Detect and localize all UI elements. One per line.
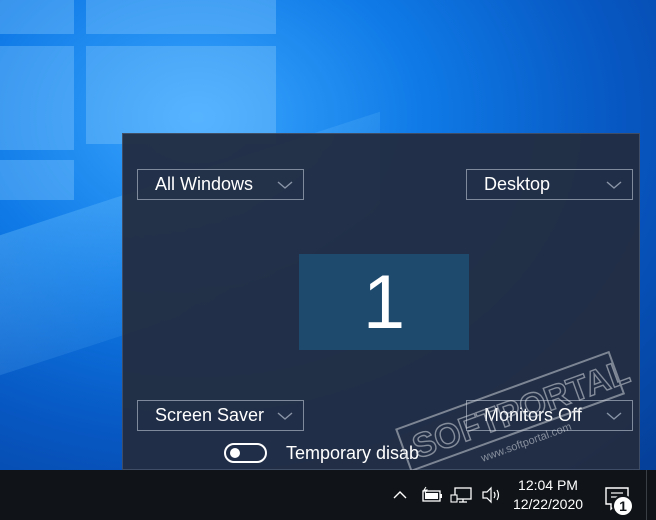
bottom-right-corner-value: Monitors Off (484, 405, 582, 425)
monitor-number-tile: 1 (299, 254, 469, 350)
chevron-down-icon (277, 411, 293, 420)
wallpaper-window-pane (0, 46, 74, 150)
chevron-up-icon[interactable] (391, 486, 409, 504)
top-right-corner-dropdown[interactable]: Desktop (466, 169, 633, 200)
top-left-corner-dropdown[interactable]: All Windows (137, 169, 304, 200)
notification-count-badge: 1 (612, 495, 634, 517)
chevron-down-icon (277, 180, 293, 189)
show-desktop-button[interactable] (646, 470, 656, 520)
hot-corners-panel: All Windows Desktop 1 Screen Saver Monit… (122, 133, 640, 470)
chevron-down-icon (606, 180, 622, 189)
bottom-right-corner-dropdown[interactable]: Monitors Off (466, 400, 633, 431)
network-icon[interactable] (450, 486, 474, 504)
system-clock[interactable]: 12:04 PM 12/22/2020 (508, 476, 588, 514)
wallpaper-window-pane (0, 160, 74, 200)
top-right-corner-value: Desktop (484, 174, 551, 194)
chevron-down-icon (606, 411, 622, 420)
bottom-left-corner-value: Screen Saver (155, 405, 265, 425)
clock-time: 12:04 PM (518, 477, 578, 493)
taskbar: 12:04 PM 12/22/2020 1 (0, 470, 656, 520)
wallpaper-window-pane (86, 0, 276, 34)
clock-date: 12/22/2020 (512, 496, 584, 512)
toggle-knob (230, 448, 240, 458)
temporary-disable-toggle[interactable] (224, 443, 267, 463)
monitor-number: 1 (362, 259, 406, 345)
volume-icon[interactable] (480, 486, 504, 504)
wallpaper-window-pane (0, 0, 74, 34)
wallpaper-window-pane (86, 46, 276, 144)
top-left-corner-value: All Windows (155, 174, 254, 194)
temporary-disable-label: Temporary disab (286, 443, 420, 463)
battery-icon[interactable] (420, 486, 444, 504)
bottom-left-corner-dropdown[interactable]: Screen Saver (137, 400, 304, 431)
